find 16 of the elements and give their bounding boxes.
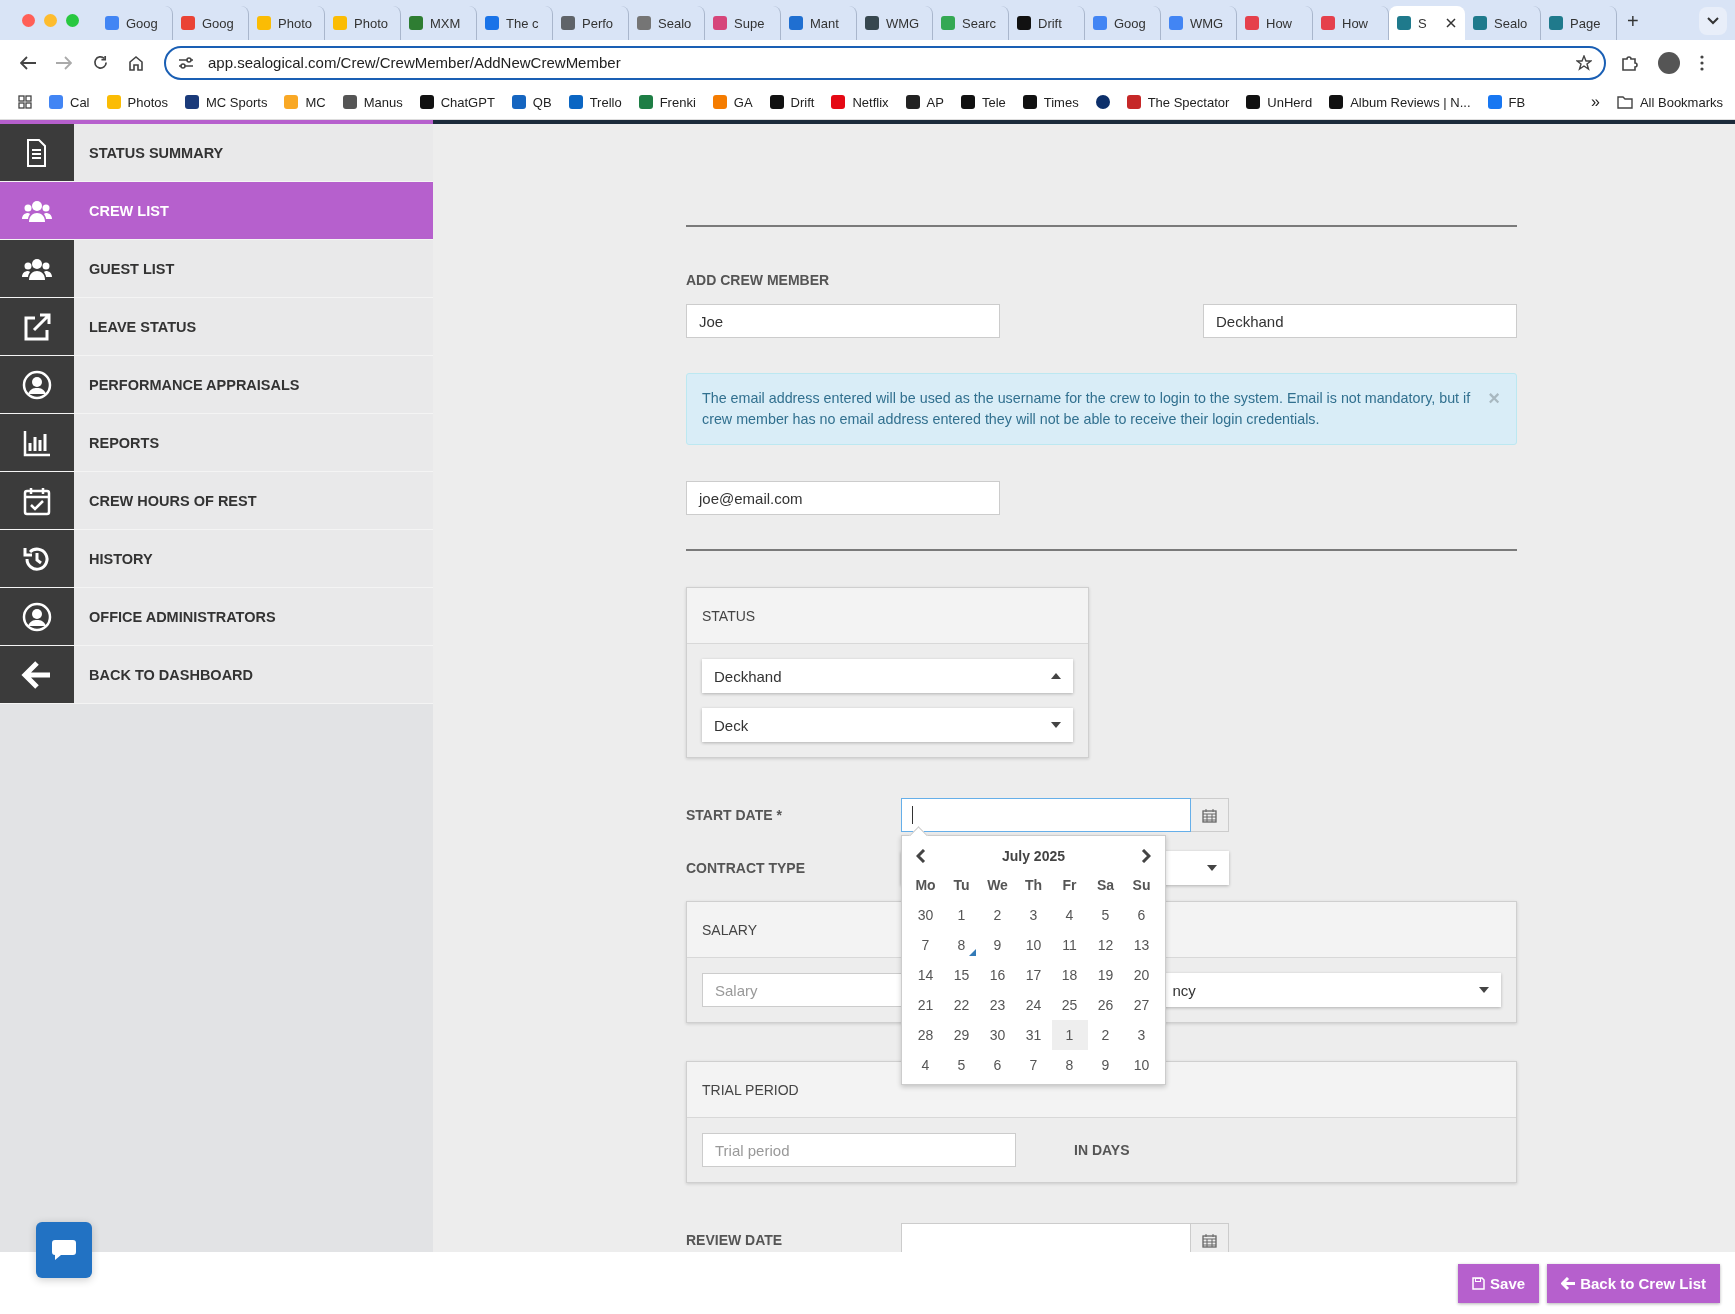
panel-title: TRIAL PERIOD bbox=[702, 1081, 799, 1098]
weekday-label: Su bbox=[1131, 876, 1152, 895]
weekday-label: Th bbox=[1023, 876, 1044, 895]
weekday-label: Mo bbox=[914, 876, 937, 895]
field-label: REVIEW DATE bbox=[686, 1232, 784, 1248]
section-title: ADD CREW MEMBER bbox=[686, 272, 831, 288]
alert-text: The email address entered will be used as the username for the crew to login to the system. Email is not mandatory, but if crew member has no email address entered they will not be able to receive their login credentials. bbox=[702, 390, 1471, 427]
weekday-label: Tu bbox=[952, 876, 971, 895]
weekday-label: Sa bbox=[1095, 876, 1116, 895]
weekday-label: We bbox=[986, 876, 1009, 895]
weekday-label: Fr bbox=[1061, 876, 1078, 895]
unit-label: IN DAYS bbox=[1074, 1142, 1130, 1158]
field-label: CONTRACT TYPE bbox=[686, 860, 806, 876]
field-label: START DATE * bbox=[686, 807, 783, 823]
panel-title: SALARY bbox=[702, 921, 757, 938]
panel-title: STATUS bbox=[702, 607, 756, 624]
